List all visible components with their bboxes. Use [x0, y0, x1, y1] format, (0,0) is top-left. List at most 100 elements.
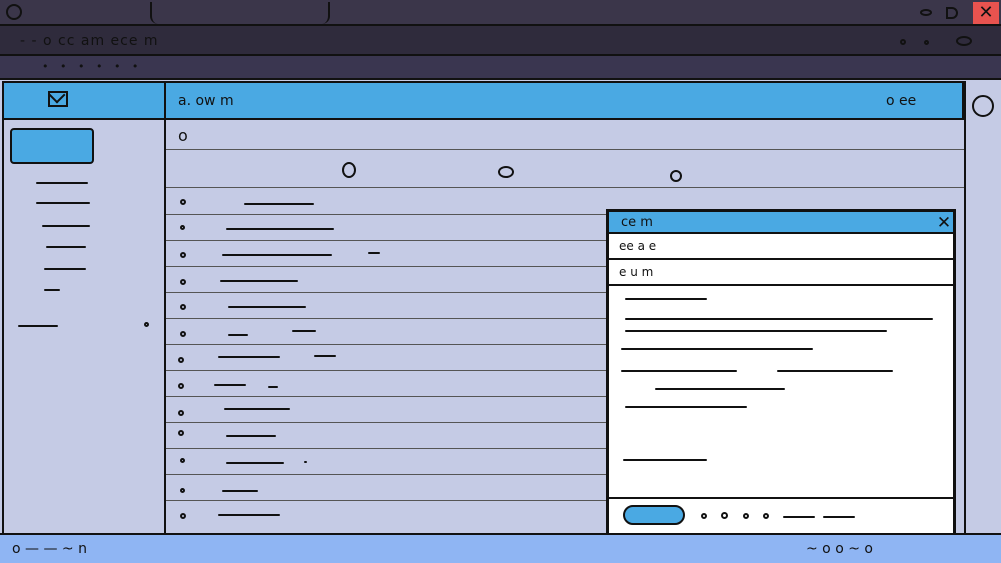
body-line: [625, 406, 747, 408]
row-checkbox[interactable]: [180, 331, 186, 337]
body-line: [623, 459, 707, 461]
folder-header: a. ow m o ee: [166, 81, 964, 120]
to-field[interactable]: ee a e: [609, 234, 953, 260]
row-checkbox[interactable]: [180, 304, 186, 310]
table-row[interactable]: [166, 422, 606, 449]
menu-dot-icon[interactable]: [924, 40, 929, 45]
row-subject: [304, 461, 307, 463]
row-checkbox[interactable]: [178, 430, 184, 436]
menu-label[interactable]: - - o cc am ece m: [20, 33, 159, 49]
row-sender: [220, 280, 298, 282]
sidebar-item-archive[interactable]: [44, 268, 86, 270]
table-row[interactable]: [166, 240, 606, 267]
sidebar-item-sent[interactable]: [42, 225, 90, 227]
table-row[interactable]: [166, 292, 606, 319]
list-column-headers: [166, 150, 964, 188]
row-subject: [314, 355, 336, 357]
close-button[interactable]: ✕: [973, 2, 999, 24]
row-checkbox[interactable]: [180, 279, 186, 285]
sort-icon[interactable]: [342, 162, 356, 178]
menu-circle-icon[interactable]: [956, 36, 972, 46]
mail-icon[interactable]: [48, 86, 68, 107]
compose-title-bar[interactable]: ce m ✕: [609, 212, 953, 234]
table-row[interactable]: [166, 266, 606, 293]
body-line: [625, 330, 887, 332]
send-button[interactable]: [623, 505, 685, 525]
menu-bar: - - o cc am ece m: [0, 26, 1001, 56]
table-row[interactable]: [166, 214, 606, 241]
scroll-strip: [964, 81, 1001, 533]
sidebar-item-inbox[interactable]: [36, 182, 88, 184]
inbox-header: [2, 81, 166, 120]
toolbar-label[interactable]: • • • • • •: [42, 60, 142, 73]
body-line: [777, 370, 893, 372]
body-line: [621, 370, 737, 372]
menu-dot-icon[interactable]: [900, 39, 906, 45]
select-all-checkbox[interactable]: o: [178, 126, 188, 145]
row-checkbox[interactable]: [180, 488, 185, 493]
row-checkbox[interactable]: [180, 199, 186, 205]
sidebar-badge-icon: [144, 322, 149, 327]
link-icon[interactable]: [743, 513, 749, 519]
row-sender: [228, 306, 306, 308]
row-sender: [228, 334, 248, 336]
table-row[interactable]: [166, 344, 606, 371]
row-checkbox[interactable]: [180, 225, 185, 230]
row-checkbox[interactable]: [180, 513, 186, 519]
toolbar: • • • • • •: [0, 56, 1001, 80]
row-checkbox[interactable]: [180, 252, 186, 258]
compose-button[interactable]: [10, 128, 94, 164]
table-row[interactable]: [166, 318, 606, 345]
subject-field[interactable]: e u m: [609, 260, 953, 286]
header-action[interactable]: o ee: [886, 93, 916, 109]
sort-icon[interactable]: [670, 170, 682, 182]
list-header: o: [166, 120, 964, 150]
row-sender: [244, 203, 314, 205]
row-sender: [218, 514, 280, 516]
table-row[interactable]: [166, 448, 606, 475]
close-icon[interactable]: ✕: [935, 212, 953, 234]
row-sender: [226, 228, 334, 230]
body-line: [655, 388, 785, 390]
status-text: o — — ~ n: [12, 541, 87, 557]
attach-icon[interactable]: [721, 512, 728, 519]
sidebar-item-drafts[interactable]: [46, 246, 86, 248]
row-sender: [222, 254, 332, 256]
row-checkbox[interactable]: [180, 458, 185, 463]
scroll-knob-icon[interactable]: [972, 95, 994, 117]
status-bar: o — — ~ n ~ o o ~ o: [0, 533, 1001, 563]
status-right-text: ~ o o ~ o: [806, 541, 873, 557]
row-sender: [214, 384, 246, 386]
maximize-icon[interactable]: [946, 7, 958, 19]
title-bar: ✕: [0, 0, 1001, 26]
table-row[interactable]: [166, 500, 606, 526]
sidebar-item-starred[interactable]: [36, 202, 90, 204]
compose-footer: [609, 497, 953, 533]
table-row[interactable]: [166, 396, 606, 423]
row-sender: [226, 462, 284, 464]
more-options[interactable]: [783, 516, 815, 518]
sort-icon[interactable]: [498, 166, 514, 178]
body-line: [625, 318, 933, 320]
body-line: [621, 348, 813, 350]
more-options[interactable]: [823, 516, 855, 518]
subject-field-value: e u m: [619, 265, 654, 279]
table-row[interactable]: [166, 370, 606, 397]
row-sender: [222, 490, 258, 492]
row-sender: [224, 408, 290, 410]
row-sender: [218, 356, 280, 358]
title-tab[interactable]: [150, 2, 330, 24]
row-checkbox[interactable]: [178, 383, 184, 389]
table-row[interactable]: [166, 188, 606, 215]
format-icon[interactable]: [701, 513, 707, 519]
sidebar-item-more[interactable]: [18, 325, 58, 327]
row-checkbox[interactable]: [178, 410, 184, 416]
compose-title: ce m: [621, 215, 653, 230]
message-body[interactable]: [609, 286, 953, 497]
emoji-icon[interactable]: [763, 513, 769, 519]
row-subject: [268, 386, 278, 388]
minimize-icon[interactable]: [920, 9, 932, 16]
row-checkbox[interactable]: [178, 357, 184, 363]
sidebar-item-spam[interactable]: [44, 289, 60, 291]
table-row[interactable]: [166, 474, 606, 501]
